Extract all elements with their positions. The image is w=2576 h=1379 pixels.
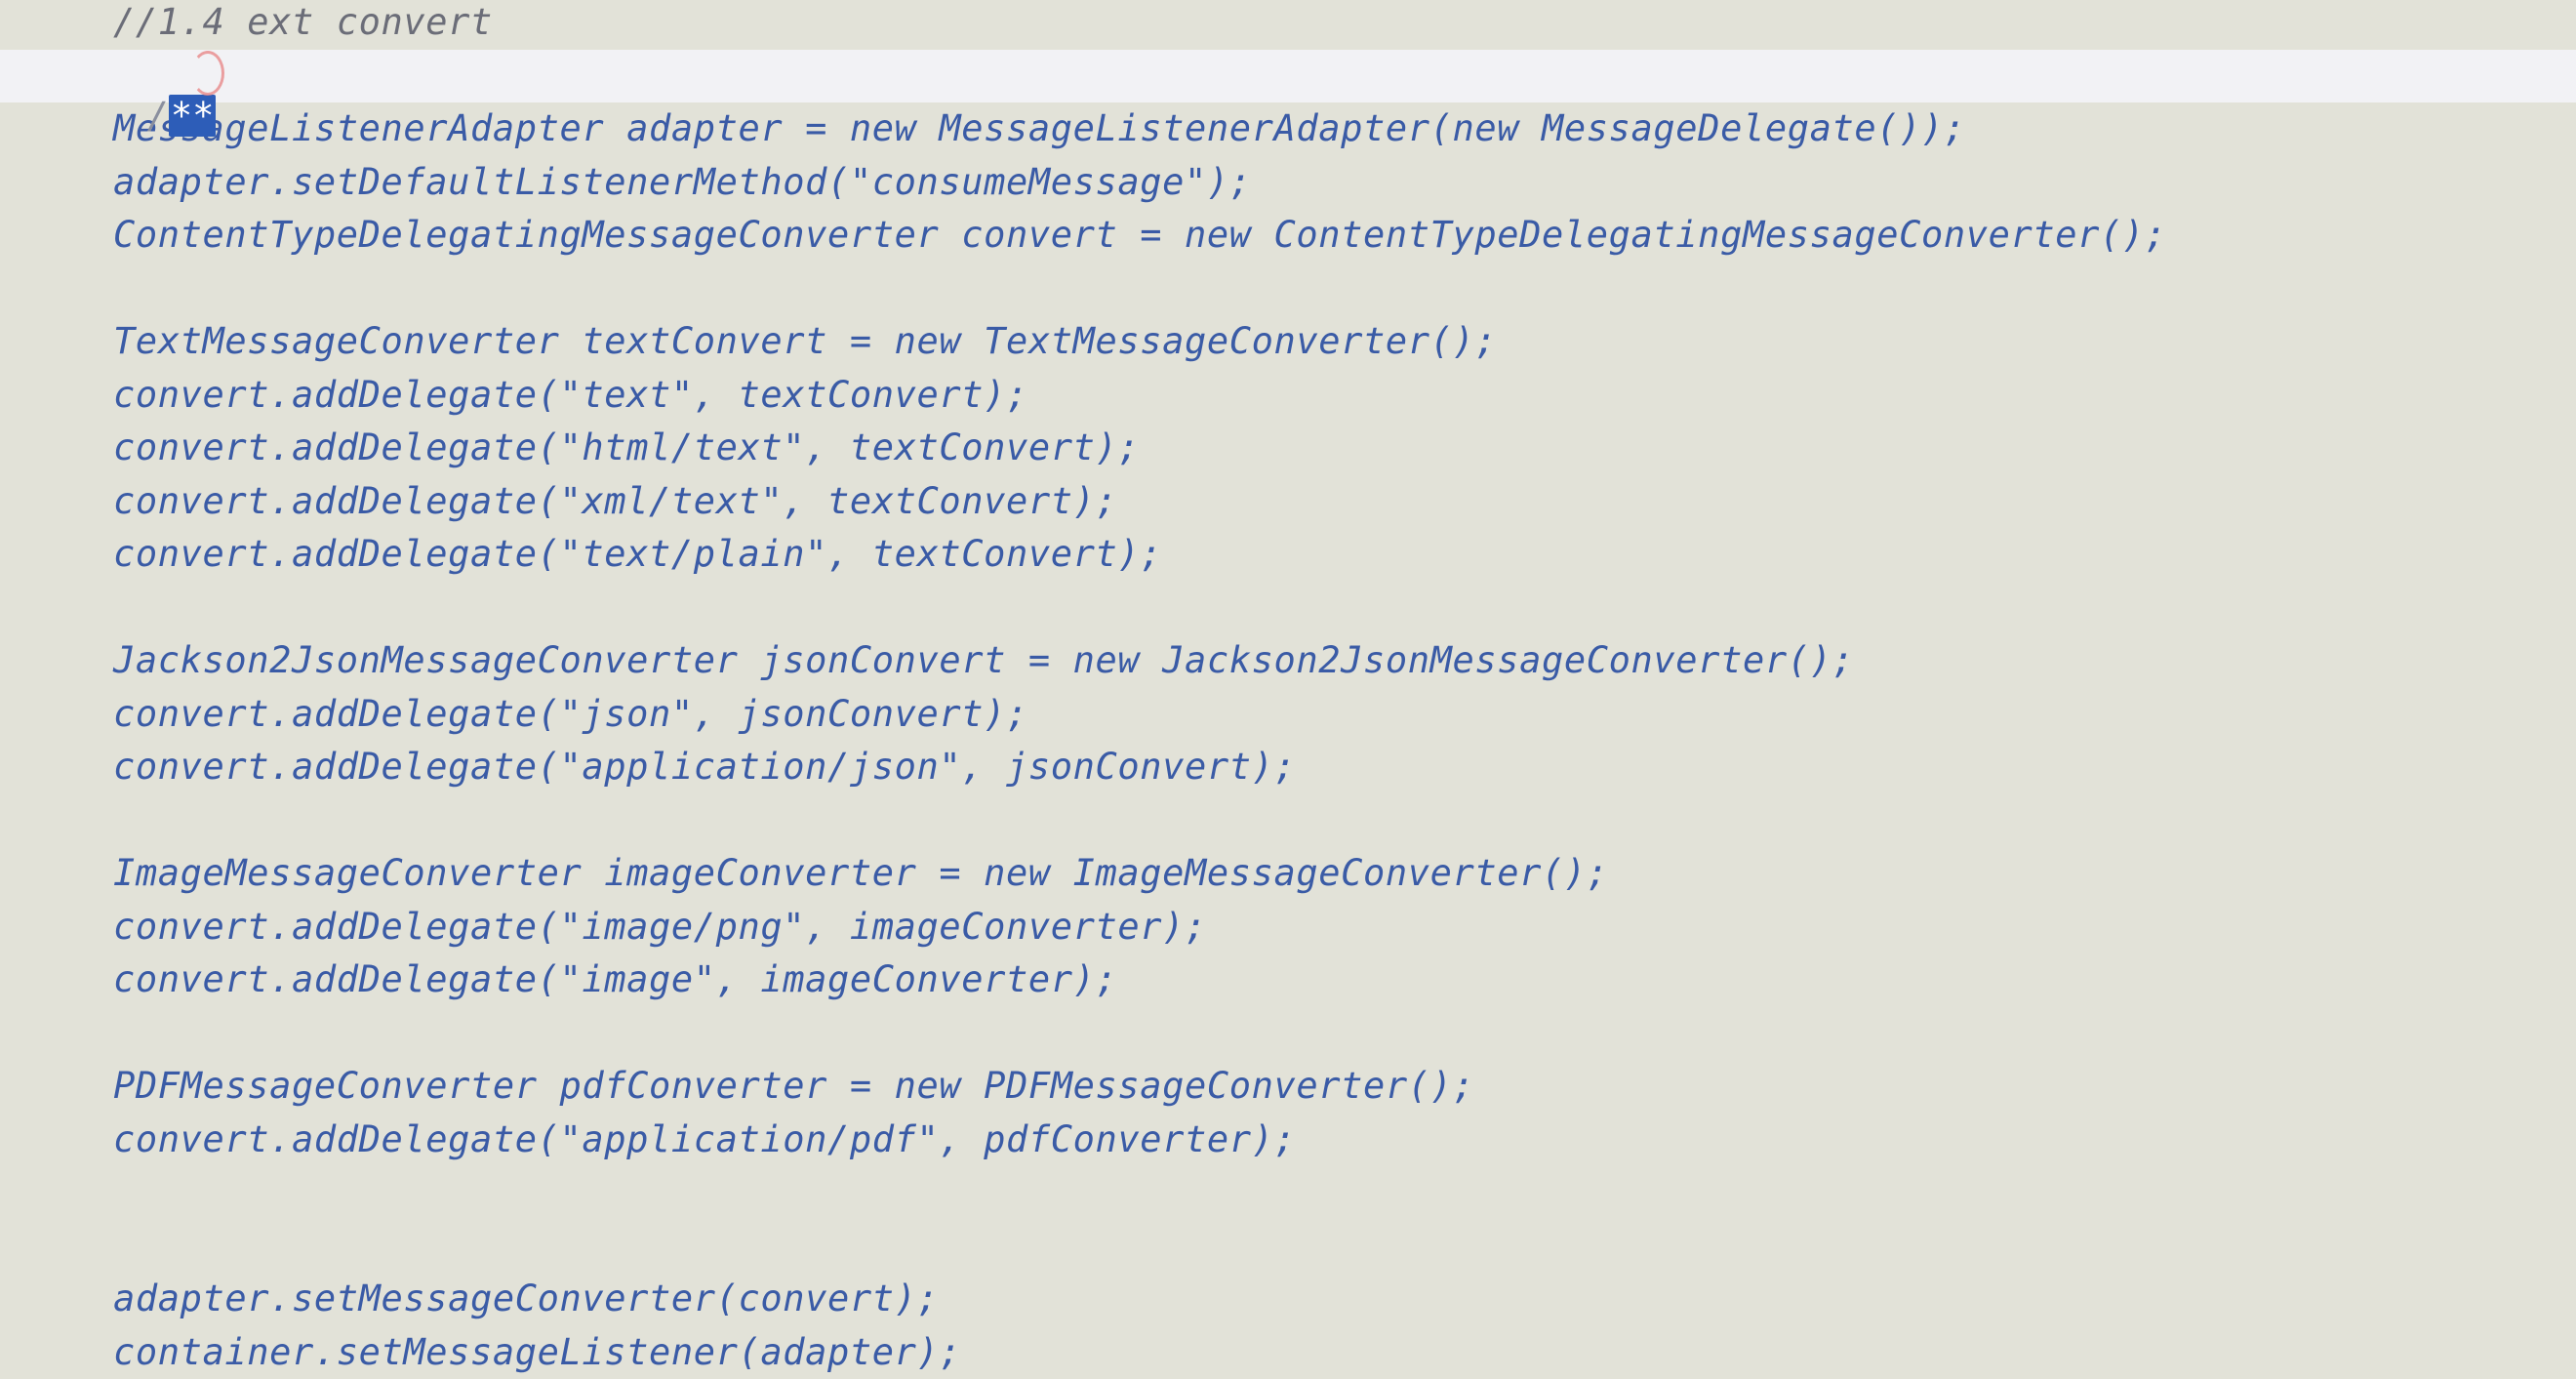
code-line[interactable] [0, 1220, 2576, 1273]
code-line[interactable] [0, 794, 2576, 847]
code-line[interactable] [0, 582, 2576, 634]
code-line-text: ImageMessageConverter imageConverter = n… [113, 852, 1609, 894]
code-line-text: convert.addDelegate("application/pdf", p… [113, 1117, 1297, 1160]
code-line-text: convert.addDelegate("html/text", textCon… [113, 426, 1141, 468]
code-line-text: PDFMessageConverter pdfConverter = new P… [113, 1065, 1475, 1107]
code-line-text: convert.addDelegate("text", textConvert)… [113, 373, 1028, 416]
comment-line[interactable]: //1.4 ext convert [0, 0, 2576, 49]
cursor-highlight-icon [191, 51, 224, 96]
code-line-text: convert.addDelegate("image", imageConver… [113, 958, 1118, 1000]
current-line[interactable] [0, 49, 2576, 102]
code-line[interactable]: MessageListenerAdapter adapter = new Mes… [0, 102, 2576, 155]
code-line[interactable]: convert.addDelegate("html/text", textCon… [0, 422, 2576, 474]
code-line-text: //1.4 ext convert [113, 1, 493, 43]
code-line-text: convert.addDelegate("application/json", … [113, 746, 1297, 788]
code-line-text: convert.addDelegate("xml/text", textConv… [113, 479, 1118, 522]
comment-slash: / [146, 95, 169, 137]
code-line-text: Jackson2JsonMessageConverter jsonConvert… [113, 639, 1855, 681]
code-line-text: TextMessageConverter textConvert = new T… [113, 320, 1498, 362]
code-line[interactable]: PDFMessageConverter pdfConverter = new P… [0, 1060, 2576, 1113]
selected-text[interactable]: ** [168, 95, 217, 137]
code-line-text: ContentTypeDelegatingMessageConverter co… [113, 214, 2167, 256]
code-line-text: MessageListenerAdapter adapter = new Mes… [113, 107, 1966, 149]
code-line[interactable]: ContentTypeDelegatingMessageConverter co… [0, 209, 2576, 262]
code-line-text: adapter.setDefaultListenerMethod("consum… [113, 160, 1252, 203]
code-line[interactable] [0, 263, 2576, 315]
code-line-text: adapter.setMessageConverter(convert); [113, 1278, 940, 1319]
code-line[interactable]: convert.addDelegate("text", textConvert)… [0, 369, 2576, 422]
code-line[interactable]: TextMessageConverter textConvert = new T… [0, 315, 2576, 368]
code-line[interactable]: Jackson2JsonMessageConverter jsonConvert… [0, 634, 2576, 687]
code-line[interactable] [0, 1007, 2576, 1060]
code-line[interactable]: convert.addDelegate("image/png", imageCo… [0, 901, 2576, 953]
code-line[interactable]: convert.addDelegate("json", jsonConvert)… [0, 688, 2576, 741]
code-editor[interactable]: //1.4 ext convert MessageListenerAdapter … [0, 0, 2576, 1378]
code-line-text: convert.addDelegate("image/png", imageCo… [113, 905, 1207, 948]
code-line[interactable] [0, 1166, 2576, 1219]
code-line[interactable]: adapter.setDefaultListenerMethod("consum… [0, 156, 2576, 209]
code-line[interactable]: convert.addDelegate("application/pdf", p… [0, 1114, 2576, 1166]
code-line[interactable]: convert.addDelegate("application/json", … [0, 741, 2576, 793]
code-line-text: convert.addDelegate("text/plain", textCo… [113, 533, 1163, 575]
code-line[interactable]: convert.addDelegate("image", imageConver… [0, 953, 2576, 1006]
code-line[interactable]: adapter.setMessageConverter(convert); [0, 1273, 2576, 1325]
code-line[interactable]: convert.addDelegate("xml/text", textConv… [0, 475, 2576, 528]
code-line-text: convert.addDelegate("json", jsonConvert)… [113, 692, 1028, 735]
code-line[interactable]: convert.addDelegate("text/plain", textCo… [0, 528, 2576, 581]
code-line[interactable]: container.setMessageListener(adapter); [0, 1326, 2576, 1379]
code-line[interactable]: ImageMessageConverter imageConverter = n… [0, 847, 2576, 900]
code-line-text: container.setMessageListener(adapter); [113, 1330, 962, 1373]
